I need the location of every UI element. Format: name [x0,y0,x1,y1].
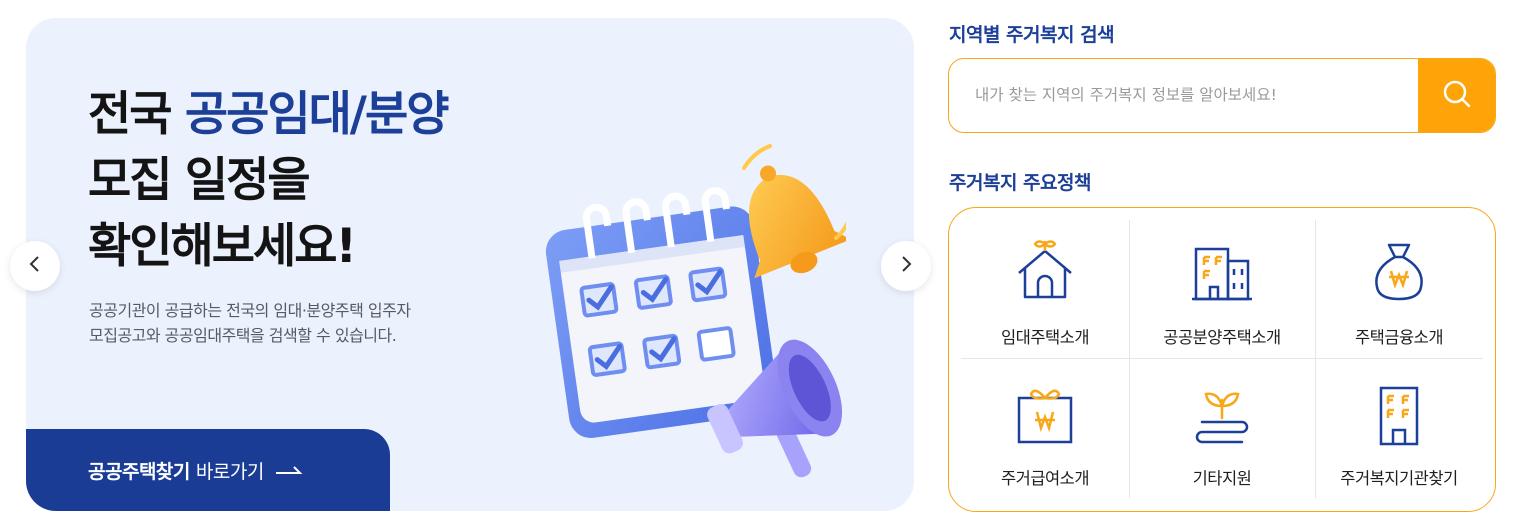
banner-description: 공공기관이 공급하는 전국의 임대·분양주택 입주자 모집공고와 공공임대주택을… [89,301,411,345]
policy-item-public-sale-housing[interactable]: 공공분양주택소개 [1129,220,1315,359]
policy-item-label: 기타지원 [1192,469,1252,488]
buildings-icon [1187,236,1257,306]
prev-slide-button[interactable] [10,241,60,291]
sprout-icon [1187,381,1257,451]
search-input[interactable] [949,59,1419,131]
button-bold-label: 공공주택찾기 [88,460,190,483]
policy-item-housing-finance[interactable]: 주택금융소개 [1315,220,1483,359]
button-label: 바로가기 [195,460,264,483]
policy-item-label: 임대주택소개 [1000,328,1090,347]
policy-section-title: 주거복지 주요정책 [949,172,1091,194]
policy-item-rental-housing[interactable]: 임대주택소개 [961,220,1129,359]
policy-item-label: 주거급여소개 [1000,469,1090,488]
banner-title-line1: 전국 [88,87,185,142]
house-icon [1010,236,1080,306]
next-slide-button[interactable] [881,241,931,291]
policy-item-housing-benefit[interactable]: 주거급여소개 [961,359,1129,500]
chevron-left-icon [28,255,42,277]
search-section-title: 지역별 주거복지 검색 [949,24,1115,46]
gift-won-icon [1010,381,1080,451]
calendar-illustration [516,138,854,498]
banner-title-highlight: 공공임대/분양 [184,87,450,142]
chevron-right-icon [899,255,913,277]
policy-item-other-support[interactable]: 기타지원 [1129,359,1315,500]
public-housing-search-button[interactable]: 공공주택찾기 바로가기 [26,429,390,511]
policy-item-label: 주택금융소개 [1354,328,1444,347]
policy-grid: 임대주택소개 공공분양주택소개 주택금융소개 주거급여소개 기타지원 주거복지기… [961,220,1483,500]
policy-item-find-welfare-agency[interactable]: 주거복지기관찾기 [1315,359,1483,500]
search-button[interactable] [1418,59,1495,132]
policy-panel: 임대주택소개 공공분양주택소개 주택금융소개 주거급여소개 기타지원 주거복지기… [948,207,1496,512]
arrow-right-icon [274,459,304,481]
policy-item-label: 공공분양주택소개 [1163,328,1281,347]
main-banner: 전국 공공임대/분양 모집 일정을 확인해보세요! 공공기관이 공급하는 전국의… [26,18,914,511]
money-bag-icon [1364,236,1434,306]
search-icon [1441,78,1473,114]
search-box [948,58,1496,133]
office-building-icon [1364,381,1434,451]
policy-item-label: 주거복지기관찾기 [1340,469,1458,488]
